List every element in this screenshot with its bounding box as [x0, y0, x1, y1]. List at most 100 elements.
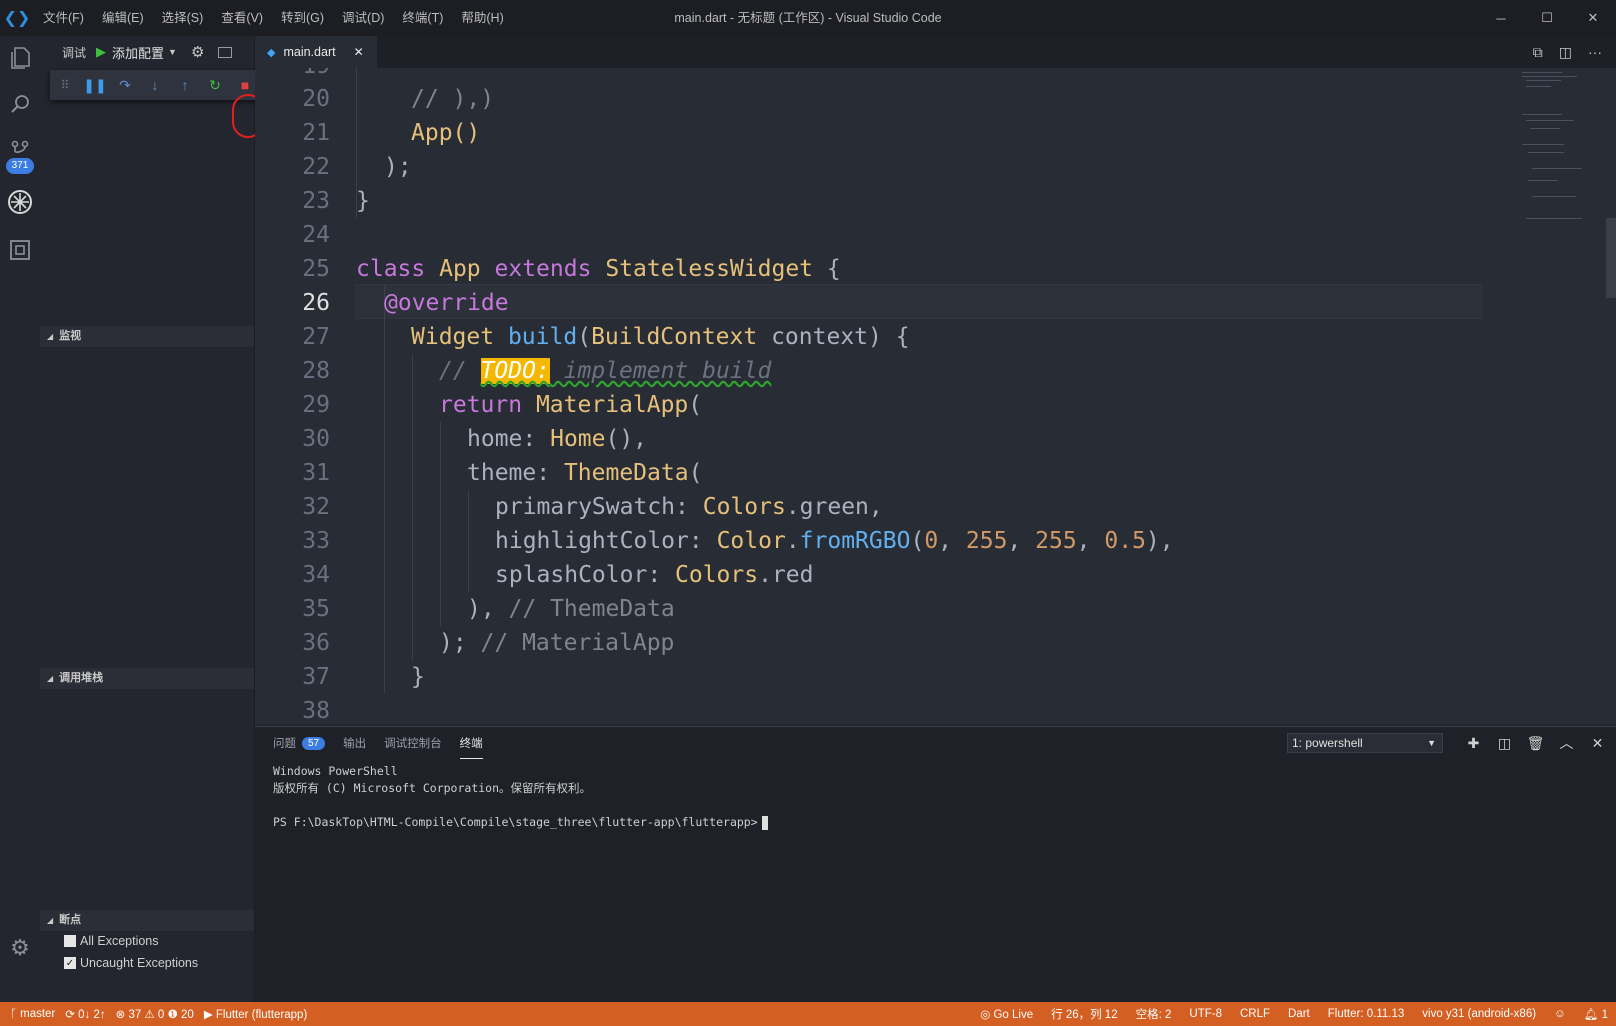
line-number: 19: [255, 68, 330, 83]
scm-changes-badge: 371: [6, 158, 34, 174]
flutter-app-name: Flutter (flutterapp): [215, 1009, 308, 1021]
code-token: extends: [494, 256, 592, 282]
terminal-output[interactable]: Windows PowerShell 版权所有 (C) Microsoft Cor…: [273, 763, 768, 831]
editor-scrollbar[interactable]: [1606, 218, 1616, 298]
menu-selection[interactable]: 选择(S): [153, 0, 213, 36]
more-actions-icon[interactable]: ···: [1588, 44, 1602, 60]
drag-handle-icon[interactable]: ⠿: [50, 78, 80, 92]
code-token: // ThemeData: [508, 596, 675, 622]
kill-terminal-icon[interactable]: 🗑: [1520, 735, 1551, 752]
go-live-button[interactable]: ◎ Go Live: [980, 1007, 1033, 1021]
tab-terminal[interactable]: 终端: [459, 727, 483, 759]
code-line-35: ), // ThemeData: [356, 592, 675, 626]
new-terminal-icon[interactable]: ✚: [1458, 735, 1489, 752]
line-number: 36: [302, 630, 330, 656]
notifications[interactable]: 🔔︎ 1: [1584, 1007, 1608, 1021]
debug-label: 调试: [62, 45, 87, 60]
debug-config-select[interactable]: 添加配置: [112, 43, 164, 62]
bottom-panel: 问题 57 输出 调试控制台 终端 1: powershell ▼ ✚ ◫ 🗑 ︿ …: [255, 726, 1616, 1002]
line-ending[interactable]: CRLF: [1240, 1008, 1270, 1020]
start-debugging-icon[interactable]: ▶: [96, 44, 106, 60]
line-number: 31: [302, 460, 330, 486]
code-token: .green,: [785, 494, 883, 520]
code-token: ,: [1007, 528, 1036, 554]
menu-terminal[interactable]: 终端(T): [393, 0, 452, 36]
dart-file-icon: ◆: [267, 46, 276, 59]
breakpoints-section-header[interactable]: ◢ 断点: [40, 910, 254, 931]
code-line-27: Widget build(BuildContext context) {: [356, 320, 910, 354]
debug-icon[interactable]: [0, 180, 40, 224]
split-editor-icon[interactable]: ◫: [1559, 44, 1572, 61]
cursor-position[interactable]: 行 26，列 12: [1051, 1006, 1117, 1022]
code-token: .: [785, 528, 800, 554]
watch-section-header[interactable]: ◢ 监视: [40, 326, 254, 347]
split-terminal-icon[interactable]: ◫: [1489, 735, 1520, 752]
chevron-down-icon[interactable]: ▼: [168, 47, 177, 57]
line-number: 20: [302, 86, 330, 112]
indentation[interactable]: 空格: 2: [1136, 1006, 1172, 1022]
explorer-icon[interactable]: [0, 36, 40, 80]
language-mode[interactable]: Dart: [1288, 1008, 1310, 1020]
extensions-icon[interactable]: [0, 228, 40, 272]
menu-debug[interactable]: 调试(D): [333, 0, 393, 36]
search-icon[interactable]: [0, 82, 40, 126]
checkbox-unchecked[interactable]: [64, 935, 76, 947]
tab-debug-console[interactable]: 调试控制台: [384, 727, 442, 759]
step-into-icon[interactable]: ↓: [140, 77, 170, 93]
menu-go[interactable]: 转到(G): [272, 0, 333, 36]
git-sync[interactable]: ⟳ 0↓ 2↑: [65, 1007, 105, 1021]
minimize-button[interactable]: ─: [1478, 0, 1524, 36]
problems-summary[interactable]: ⊗ 37 ⚠ 0 ❶ 20: [116, 1007, 194, 1021]
code-token: ThemeData: [563, 460, 689, 486]
tab-main-dart[interactable]: ◆ main.dart ✕: [255, 36, 377, 68]
terminal-cursor: [761, 815, 768, 830]
pause-icon[interactable]: ❚❚: [80, 77, 110, 94]
device-selector[interactable]: vivo y31 (android-x86): [1422, 1008, 1536, 1020]
minimap[interactable]: [1518, 68, 1598, 238]
encoding[interactable]: UTF-8: [1189, 1008, 1222, 1020]
code-line-31: theme: ThemeData(: [356, 456, 702, 490]
debug-console-icon[interactable]: [218, 46, 233, 58]
menu-help[interactable]: 帮助(H): [452, 0, 512, 36]
tab-problems[interactable]: 问题 57: [273, 727, 326, 759]
feedback-smiley-icon[interactable]: ☺: [1554, 1008, 1566, 1020]
breakpoint-uncaught-exceptions[interactable]: ✓ Uncaught Exceptions: [64, 956, 198, 970]
line-number: 35: [302, 596, 330, 622]
code-token: Widget: [411, 324, 495, 350]
terminal-select[interactable]: 1: powershell ▼: [1287, 733, 1443, 753]
open-changes-icon[interactable]: ⧉: [1533, 44, 1543, 61]
callstack-section-header[interactable]: ◢ 调用堆栈: [40, 668, 254, 689]
close-window-button[interactable]: ✕: [1570, 0, 1616, 36]
code-editor[interactable]: 19 20 21 22 23 24 25 26 27 28 29 30 31 3…: [255, 68, 1616, 724]
close-tab-icon[interactable]: ✕: [354, 45, 364, 59]
code-token: .red: [758, 562, 814, 588]
flutter-version[interactable]: Flutter: 0.11.13: [1328, 1008, 1405, 1020]
maximize-button[interactable]: ☐: [1524, 0, 1570, 36]
close-panel-icon[interactable]: ✕: [1582, 735, 1613, 752]
menu-view[interactable]: 查看(V): [212, 0, 272, 36]
menu-file[interactable]: 文件(F): [34, 0, 93, 36]
tab-label: main.dart: [283, 45, 336, 59]
bell-icon: 🔔︎: [1583, 1009, 1602, 1021]
breakpoint-all-exceptions[interactable]: All Exceptions: [64, 934, 159, 948]
line-number: 22: [302, 154, 330, 180]
tab-output[interactable]: 输出: [343, 727, 366, 759]
step-over-icon[interactable]: ↷: [110, 77, 140, 94]
git-branch[interactable]: ᚴ master: [10, 1008, 55, 1020]
checkbox-checked[interactable]: ✓: [64, 957, 76, 969]
code-token: (: [910, 528, 925, 554]
step-out-icon[interactable]: ↑: [170, 77, 200, 93]
editor-actions: ⧉ ◫ ···: [1517, 36, 1602, 68]
maximize-panel-icon[interactable]: ︿: [1551, 733, 1582, 753]
minimap-line: [1522, 72, 1562, 73]
flutter-app-launch[interactable]: ▶ Flutter (flutterapp): [204, 1007, 307, 1021]
minimap-line: [1522, 114, 1562, 115]
problems-count-badge: 57: [302, 736, 326, 750]
code-line-20: // ),): [411, 86, 495, 112]
menu-edit[interactable]: 编辑(E): [93, 0, 153, 36]
status-bar-right: ◎ Go Live 行 26，列 12 空格: 2 UTF-8 CRLF Dar…: [962, 1002, 1608, 1026]
debug-settings-gear-icon[interactable]: ⚙: [191, 43, 204, 61]
manage-gear-icon[interactable]: ⚙: [0, 928, 40, 968]
restart-icon[interactable]: ↻: [200, 77, 230, 94]
